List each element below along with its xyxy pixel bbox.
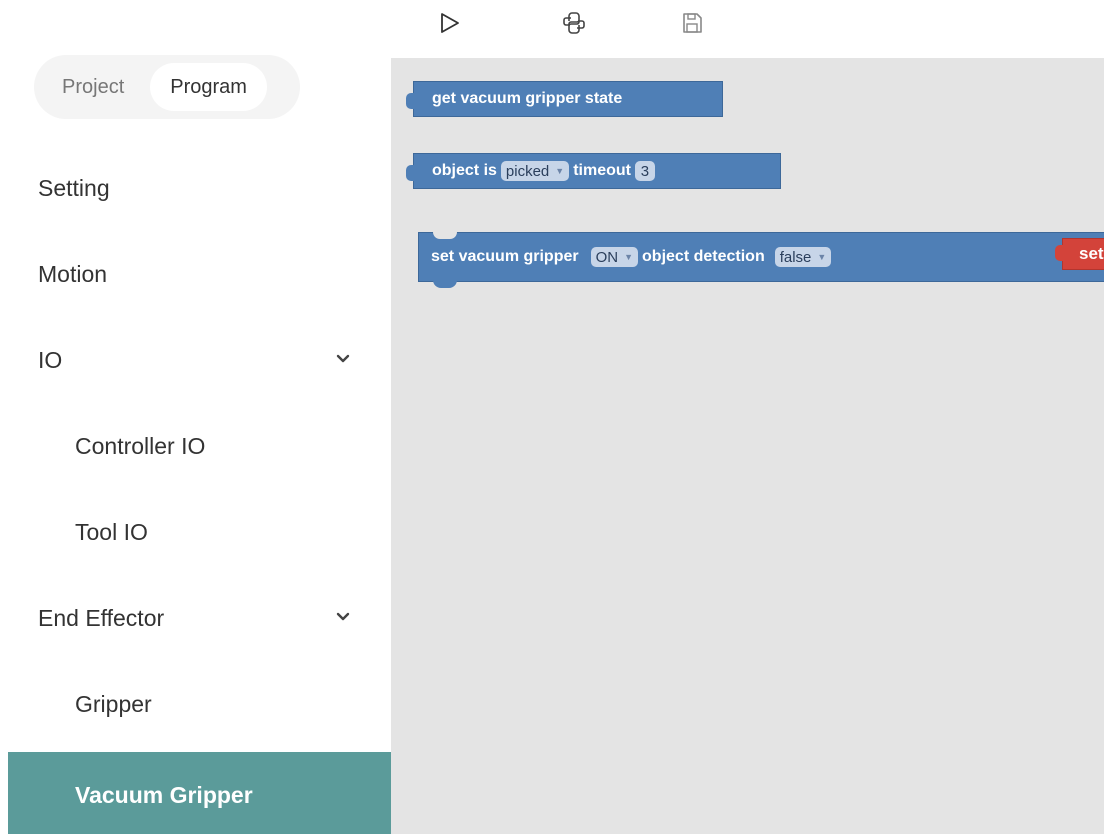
block-connector: [406, 165, 416, 181]
sidebar-item-vacuum-gripper[interactable]: Vacuum Gripper: [8, 752, 391, 834]
dropdown-arrow-icon: ▼: [555, 166, 565, 176]
block-object-is[interactable]: object is picked ▼ timeout 3: [406, 153, 781, 189]
save-icon[interactable]: [679, 10, 705, 36]
sidebar-item-controller-io[interactable]: Controller IO: [0, 403, 391, 489]
chevron-down-icon[interactable]: [334, 350, 352, 368]
block-workspace[interactable]: get vacuum gripper state object is picke…: [391, 58, 1104, 834]
object-detection-dropdown[interactable]: false ▼: [774, 247, 832, 267]
sidebar-item-end-effector[interactable]: End Effector: [0, 575, 391, 661]
tab-program[interactable]: Program: [150, 63, 267, 111]
dropdown-arrow-icon: ▼: [817, 252, 827, 262]
block-connector: [406, 93, 416, 109]
sidebar-item-motion[interactable]: Motion: [0, 231, 391, 317]
dropdown-value: picked: [505, 162, 550, 180]
python-icon[interactable]: [561, 10, 587, 36]
object-state-dropdown[interactable]: picked ▼: [500, 161, 570, 181]
dropdown-value: false: [779, 248, 812, 266]
tab-project[interactable]: Project: [40, 63, 146, 111]
sidebar-item-label: IO: [38, 346, 63, 373]
set-value-block[interactable]: set: [1055, 238, 1104, 270]
block-get-vacuum-gripper-state[interactable]: get vacuum gripper state: [406, 81, 723, 117]
sidebar-item-label: Motion: [38, 260, 108, 287]
sidebar-item-label: Tool IO: [75, 518, 148, 545]
sidebar-item-label: End Effector: [38, 604, 165, 631]
block-label: object detection: [642, 248, 765, 265]
sidebar-item-io[interactable]: IO: [0, 317, 391, 403]
block-top-notch: [433, 232, 457, 239]
set-label: set: [1079, 244, 1104, 263]
sidebar: Project Program Setting Motion IO Contro…: [0, 0, 391, 834]
sidebar-item-gripper[interactable]: Gripper: [0, 661, 391, 747]
block-label: set vacuum gripper: [431, 248, 579, 265]
sidebar-item-label: Gripper: [75, 690, 152, 717]
sidebar-item-tool-io[interactable]: Tool IO: [0, 489, 391, 575]
block-label: get vacuum gripper state: [432, 90, 623, 107]
timeout-input[interactable]: 3: [634, 161, 655, 181]
block-label: object is: [432, 162, 497, 179]
chevron-down-icon[interactable]: [334, 608, 352, 626]
sidebar-item-label: Setting: [38, 174, 110, 201]
play-icon[interactable]: [437, 10, 463, 36]
block-set-vacuum-gripper[interactable]: set vacuum gripper ON ▼ object detection…: [418, 232, 1104, 288]
block-connector: [1055, 245, 1065, 261]
gripper-mode-dropdown[interactable]: ON ▼: [590, 247, 639, 267]
toolbar: [391, 0, 1104, 58]
block-label: timeout: [573, 162, 631, 179]
mode-switch: Project Program: [34, 55, 300, 119]
block-bottom-connector: [433, 280, 457, 288]
dropdown-arrow-icon: ▼: [624, 252, 634, 262]
sidebar-item-label: Vacuum Gripper: [75, 781, 253, 808]
app-window: Project Program Setting Motion IO Contro…: [0, 0, 1104, 834]
dropdown-value: ON: [595, 248, 619, 266]
sidebar-item-setting[interactable]: Setting: [0, 145, 391, 231]
sidebar-item-label: Controller IO: [75, 432, 206, 459]
